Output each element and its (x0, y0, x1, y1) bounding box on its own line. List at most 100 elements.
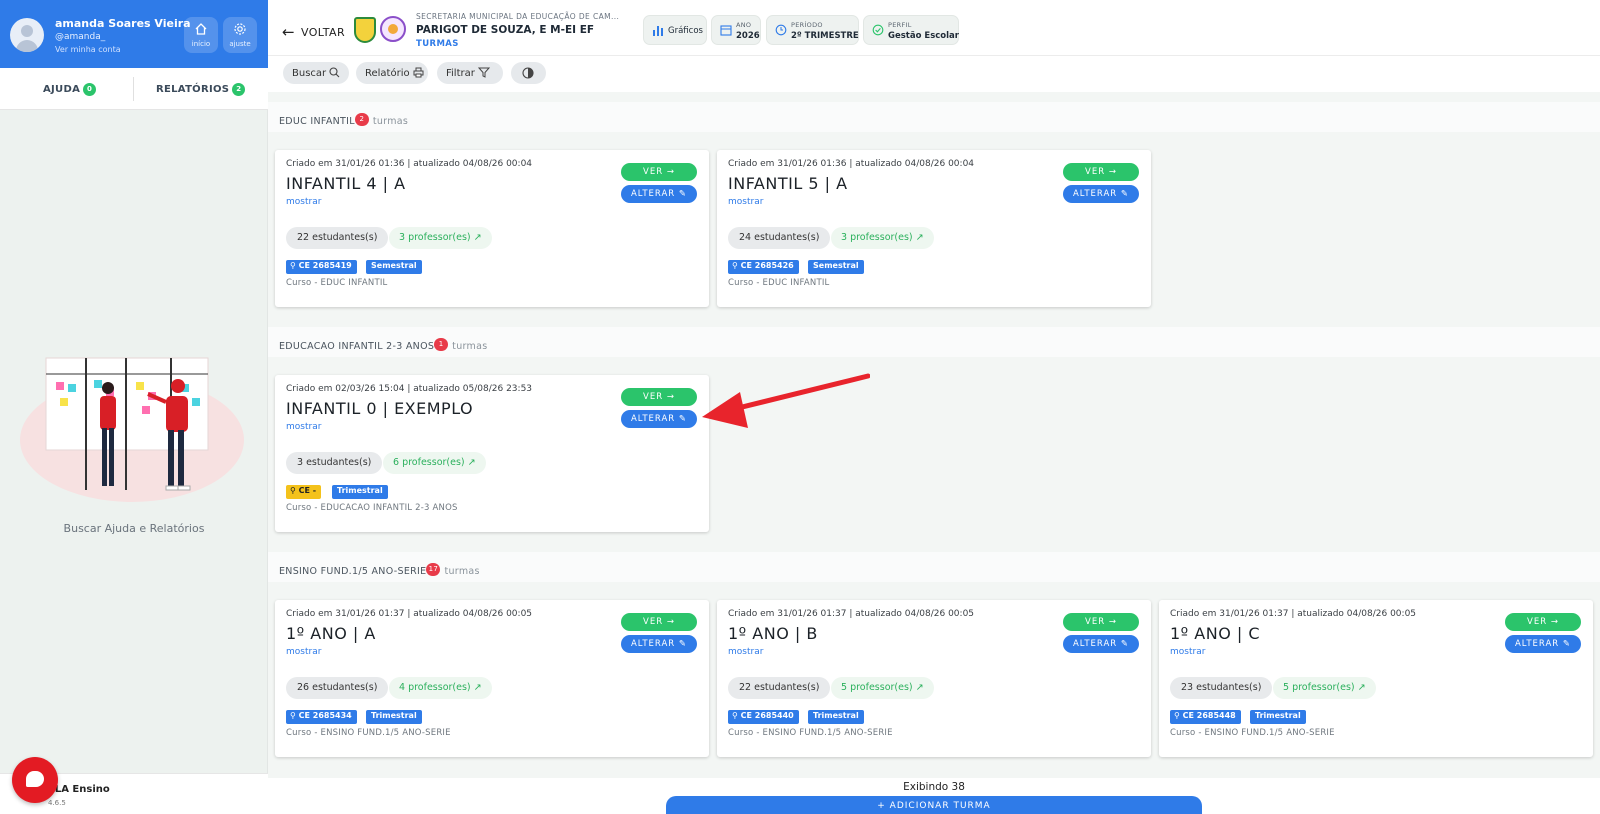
card-timestamps: Criado em 31/01/26 01:36 | atualizado 04… (728, 159, 975, 169)
showing-count: Exibindo 38 (903, 781, 965, 793)
group-count-badge: 1 (434, 338, 449, 351)
printer-icon (413, 67, 424, 78)
report-button[interactable]: Relatório (356, 62, 428, 84)
arrow-right-icon: → (666, 167, 675, 177)
teachers-link[interactable]: 3 professor(es) ↗ (831, 227, 934, 249)
edit-button[interactable]: ALTERAR ✎ (621, 635, 697, 653)
school-logo (380, 16, 406, 42)
ce-code: CE 2685426 (740, 261, 794, 270)
help-illustration (20, 357, 244, 502)
year-selector[interactable]: ANO 2026 (711, 15, 761, 45)
show-link[interactable]: mostrar (728, 647, 763, 657)
search-icon (329, 67, 340, 78)
class-group: EDUC INFANTIL 2 turmas Criado em 31/01/26 … (268, 102, 1600, 316)
tab-reports[interactable]: RELATÓRIOS 2 (156, 83, 246, 96)
teachers-link[interactable]: 3 professor(es) ↗ (389, 227, 492, 249)
edit-button[interactable]: ALTERAR ✎ (621, 185, 697, 203)
show-link[interactable]: mostrar (286, 422, 321, 432)
teachers-link[interactable]: 5 professor(es) ↗ (831, 677, 934, 699)
chat-icon[interactable] (12, 757, 58, 803)
user-icon: ⚲ (732, 261, 738, 270)
edit-icon: ✎ (678, 189, 688, 199)
students-badge: 22 estudantes(s) (286, 227, 389, 249)
teachers-link[interactable]: 4 professor(es) ↗ (389, 677, 492, 699)
tab-help-label: AJUDA (43, 84, 81, 95)
teachers-label: 5 professor(es) (1283, 682, 1355, 693)
card-timestamps: Criado em 31/01/26 01:37 | atualizado 04… (286, 609, 533, 619)
tab-help[interactable]: AJUDA 0 (43, 83, 97, 96)
edit-button[interactable]: ALTERAR ✎ (1063, 185, 1139, 203)
search-button[interactable]: Buscar (283, 62, 349, 84)
card-title: INFANTIL 4 | A (286, 174, 406, 193)
edit-label: ALTERAR (630, 414, 676, 424)
class-group: EDUCACAO INFANTIL 2-3 ANOS 1 turmas Criado… (268, 327, 1600, 541)
view-button[interactable]: VER → (1063, 163, 1139, 181)
class-card: Criado em 31/01/26 01:37 | atualizado 04… (717, 600, 1151, 757)
show-link[interactable]: mostrar (286, 647, 321, 657)
user-icon: ⚲ (1174, 711, 1180, 720)
students-badge: 24 estudantes(s) (728, 227, 831, 249)
back-button[interactable]: ← VOLTAR (282, 23, 345, 41)
students-badge: 22 estudantes(s) (728, 677, 831, 699)
period-selector[interactable]: PERÍODO 2º TRIMESTRE (766, 15, 859, 45)
show-link[interactable]: mostrar (286, 197, 321, 207)
view-label: VER (643, 167, 664, 177)
teachers-label: 6 professor(es) (393, 457, 465, 468)
group-header: EDUCACAO INFANTIL 2-3 ANOS 1 turmas (268, 327, 1600, 357)
reports-count-badge: 2 (232, 83, 246, 96)
view-button[interactable]: VER → (1505, 613, 1581, 631)
report-label: Relatório (365, 68, 410, 79)
charts-button[interactable]: Gráficos (643, 15, 707, 45)
view-button[interactable]: VER → (1063, 613, 1139, 631)
view-button[interactable]: VER → (621, 613, 697, 631)
class-group: ENSINO FUND.1/5 ANO-SERIE 17 turmas Criado… (268, 552, 1600, 778)
show-link[interactable]: mostrar (1170, 647, 1205, 657)
edit-button[interactable]: ALTERAR ✎ (1505, 635, 1581, 653)
user-handle: @amanda_ (55, 32, 106, 42)
card-title: INFANTIL 5 | A (728, 174, 848, 193)
user-icon: ⚲ (290, 486, 296, 495)
home-button[interactable]: início (184, 17, 218, 53)
class-card: Criado em 31/01/26 01:36 | atualizado 04… (717, 150, 1151, 307)
add-class-button[interactable]: + ADICIONAR TURMA (666, 796, 1202, 814)
edit-label: ALTERAR (1514, 639, 1560, 649)
card-course: Curso - ENSINO FUND.1/5 ANO-SERIE (1170, 728, 1335, 738)
home-label: início (191, 40, 211, 48)
gear-icon (234, 23, 246, 35)
ce-tag: ⚲ CE 2685419 (286, 260, 357, 274)
view-label: VER (1085, 167, 1106, 177)
view-button[interactable]: VER → (621, 388, 697, 406)
ce-code: CE - (298, 486, 317, 495)
show-link[interactable]: mostrar (728, 197, 763, 207)
view-account-link[interactable]: Ver minha conta (55, 45, 121, 54)
edit-label: ALTERAR (630, 639, 676, 649)
view-label: VER (643, 392, 664, 402)
teachers-link[interactable]: 5 professor(es) ↗ (1273, 677, 1376, 699)
edit-button[interactable]: ALTERAR ✎ (621, 410, 697, 428)
edit-icon: ✎ (678, 414, 688, 424)
filter-button[interactable]: Filtrar (437, 62, 503, 84)
year-value: 2026 (736, 31, 760, 41)
city-crest-logo (354, 17, 376, 43)
students-badge: 26 estudantes(s) (286, 677, 389, 699)
ce-tag: ⚲ CE 2685434 (286, 710, 357, 724)
check-circle-icon (872, 24, 884, 36)
settings-button[interactable]: ajuste (223, 17, 257, 53)
calendar-icon (720, 25, 732, 36)
view-button[interactable]: VER → (621, 163, 697, 181)
theme-toggle[interactable] (511, 62, 546, 84)
students-badge: 3 estudantes(s) (286, 452, 383, 474)
group-header: ENSINO FUND.1/5 ANO-SERIE 17 turmas (268, 552, 1600, 582)
period-tag: Trimestral (366, 710, 422, 724)
filter-icon (477, 67, 490, 78)
group-suffix: turmas (452, 341, 488, 352)
teachers-label: 5 professor(es) (841, 682, 913, 693)
edit-button[interactable]: ALTERAR ✎ (1063, 635, 1139, 653)
period-tag: Trimestral (808, 710, 864, 724)
school-name: PARIGOT DE SOUZA, E M-EI EF (416, 24, 595, 36)
period-tag: Trimestral (1250, 710, 1306, 724)
group-suffix: turmas (444, 566, 480, 577)
avatar[interactable] (10, 18, 44, 52)
teachers-link[interactable]: 6 professor(es) ↗ (383, 452, 486, 474)
profile-selector[interactable]: PERFIL Gestão Escolar (863, 15, 959, 45)
